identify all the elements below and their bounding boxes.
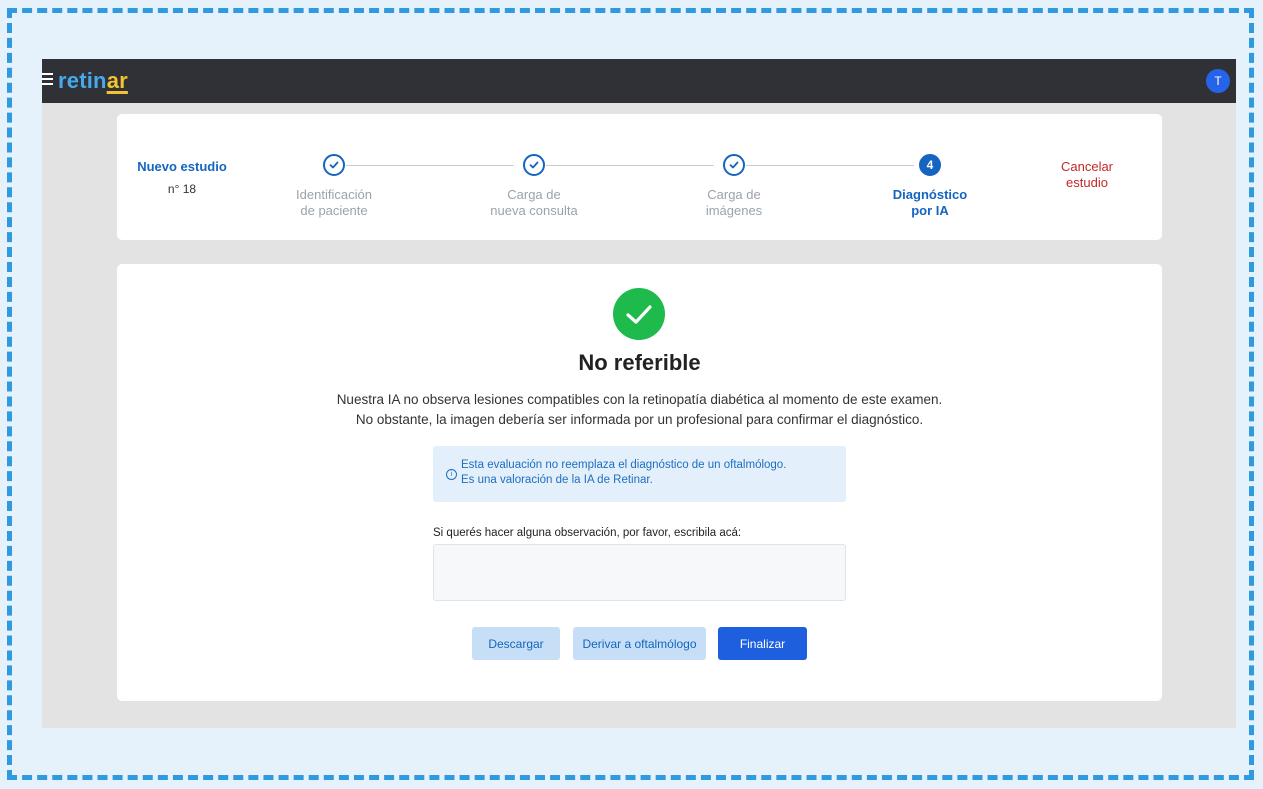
step-connector <box>746 165 914 166</box>
hamburger-menu-icon[interactable] <box>42 73 53 87</box>
notice-line-1: Esta evaluación no reemplaza el diagnóst… <box>461 459 787 471</box>
observation-label: Si querés hacer alguna observación, por … <box>433 527 742 539</box>
finish-button[interactable]: Finalizar <box>718 627 807 660</box>
step-label-identificacion: Identificación de paciente <box>296 187 372 218</box>
user-avatar[interactable]: T <box>1206 69 1230 93</box>
info-icon: i <box>446 469 457 480</box>
step-3-check-icon <box>723 154 745 176</box>
step-2-check-icon <box>523 154 545 176</box>
result-card: No referible Nuestra IA no observa lesio… <box>117 264 1162 701</box>
disclaimer-notice: i Esta evaluación no reemplaza el diagnó… <box>433 446 846 502</box>
logo-accent-text: ar <box>106 68 128 93</box>
result-description: Nuestra IA no observa lesiones compatibl… <box>117 390 1162 430</box>
observation-textarea[interactable] <box>433 544 846 601</box>
step-1-check-icon <box>323 154 345 176</box>
result-description-line-1: Nuestra IA no observa lesiones compatibl… <box>336 392 943 407</box>
step-label-consulta: Carga de nueva consulta <box>490 187 578 218</box>
step-4-number: 4 <box>919 154 941 176</box>
top-navbar: retinar T <box>42 59 1236 103</box>
study-title: Nuevo estudio <box>137 159 227 174</box>
app-logo[interactable]: retinar <box>58 68 128 94</box>
logo-text: retin <box>58 68 107 93</box>
step-connector <box>346 165 514 166</box>
study-number: n° 18 <box>167 182 197 196</box>
stepper-card: Nuevo estudio n° 18 4 Identificación de … <box>117 114 1162 240</box>
step-connector <box>546 165 714 166</box>
cancel-study-link[interactable]: Cancelar estudio <box>1047 159 1127 191</box>
app-window: retinar T Nuevo estudio n° 18 4 Identifi… <box>42 59 1236 728</box>
result-description-line-2: No obstante, la imagen debería ser infor… <box>355 412 924 427</box>
success-check-icon <box>613 288 665 340</box>
step-label-imagenes: Carga de imágenes <box>705 187 763 218</box>
download-button[interactable]: Descargar <box>472 627 560 660</box>
step-label-diagnostico: Diagnóstico por IA <box>892 187 968 218</box>
notice-line-2: Es una valoración de la IA de Retinar. <box>461 474 653 486</box>
result-title: No referible <box>578 350 701 375</box>
notice-text: Esta evaluación no reemplaza el diagnóst… <box>461 458 786 488</box>
refer-ophthalmologist-button[interactable]: Derivar a oftalmólogo <box>573 627 706 660</box>
